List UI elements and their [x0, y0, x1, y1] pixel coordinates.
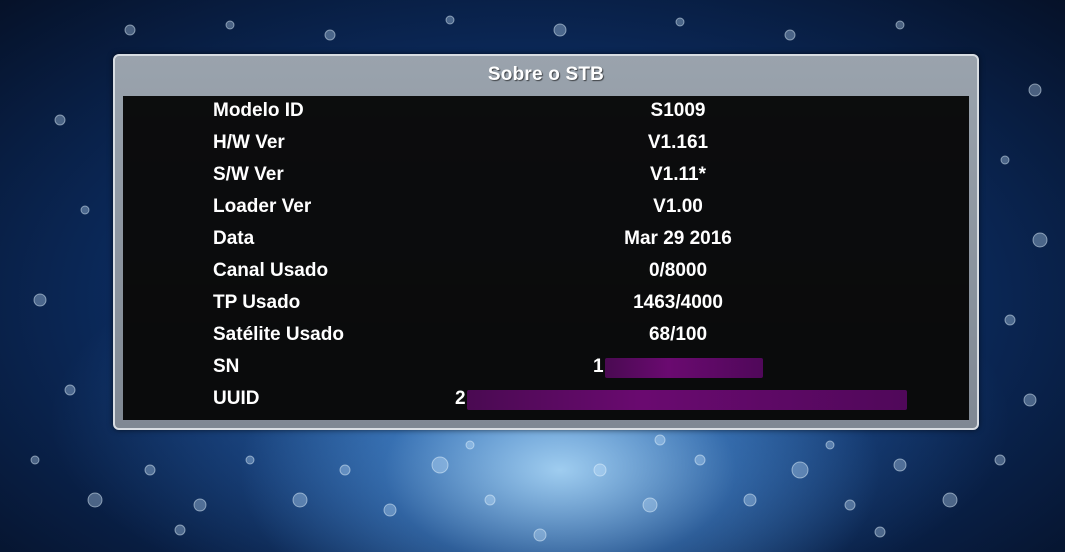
info-row-uuid: UUID 2 [123, 384, 969, 414]
info-row-tp-usado: TP Usado 1463/4000 [123, 288, 969, 318]
tv-background: Sobre o STB Modelo ID S1009 H/W Ver V1.1… [0, 0, 1065, 552]
info-value: V1.00 [653, 196, 703, 217]
info-label: H/W Ver [213, 132, 285, 153]
info-row-canal-usado: Canal Usado 0/8000 [123, 256, 969, 286]
info-value: 1463/4000 [633, 292, 723, 313]
info-label: Data [213, 228, 255, 249]
info-row-data: Data Mar 29 2016 [123, 224, 969, 254]
info-label: Satélite Usado [213, 324, 344, 345]
info-value: 0/8000 [648, 260, 708, 281]
info-value: 68/100 [648, 324, 708, 345]
info-label: Modelo ID [213, 100, 304, 121]
info-label: SN [213, 356, 240, 377]
info-value: V1.11* [650, 164, 706, 185]
info-row-model-id: Modelo ID S1009 [123, 96, 969, 126]
info-label: Loader Ver [213, 196, 312, 217]
info-row-sw-ver: S/W Ver V1.11* [123, 160, 969, 190]
info-label: Canal Usado [213, 260, 329, 281]
info-row-satelite-usado: Satélite Usado 68/100 [123, 320, 969, 350]
info-panel: Modelo ID S1009 H/W Ver V1.161 S/W Ver V… [123, 96, 969, 420]
info-value: Mar 29 2016 [624, 228, 732, 249]
info-label: TP Usado [213, 292, 301, 313]
info-value: S1009 [650, 100, 706, 121]
redaction-bar [605, 358, 763, 378]
redaction-bar [467, 390, 907, 410]
info-label: S/W Ver [213, 164, 284, 185]
info-row-hw-ver: H/W Ver V1.161 [123, 128, 969, 158]
info-row-loader-ver: Loader Ver V1.00 [123, 192, 969, 222]
info-label: UUID [213, 388, 260, 409]
about-stb-dialog: Sobre o STB Modelo ID S1009 H/W Ver V1.1… [113, 54, 979, 430]
info-value: V1.161 [647, 132, 709, 153]
info-row-sn: SN 1 [123, 352, 969, 382]
dialog-title: Sobre o STB [487, 64, 605, 85]
